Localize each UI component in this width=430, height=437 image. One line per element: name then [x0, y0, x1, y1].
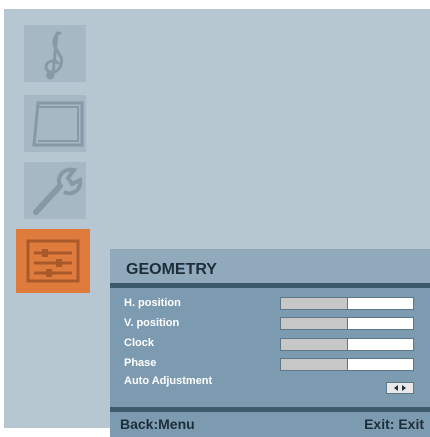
header-divider [110, 283, 430, 288]
setup-menu-button[interactable] [24, 162, 86, 219]
treble-clef-icon [44, 31, 64, 80]
wrench-icon [33, 167, 83, 215]
back-menu-hint[interactable]: Back:Menu [120, 416, 195, 432]
arrow-right-icon [402, 385, 406, 391]
panel-header: GEOMETRY [110, 249, 430, 283]
phase-slider[interactable] [280, 358, 414, 371]
picture-menu-button[interactable] [24, 95, 86, 152]
arrow-left-icon [394, 385, 398, 391]
v-position-slider-fill [281, 318, 349, 329]
panel-title: GEOMETRY [126, 261, 217, 278]
footer-divider [110, 407, 430, 412]
phase-label: Phase [124, 357, 157, 369]
v-position-slider[interactable] [280, 317, 414, 330]
geometry-menu-button[interactable] [16, 229, 90, 293]
h-position-slider-fill [281, 298, 349, 309]
v-position-label: V. position [124, 317, 180, 329]
monitor-icon [32, 101, 84, 147]
geometry-sliders-icon [26, 239, 80, 283]
phase-slider-fill [281, 359, 349, 370]
geometry-panel: GEOMETRY H. position V. position Clock P… [110, 249, 430, 437]
h-position-slider[interactable] [280, 297, 414, 310]
h-position-label: H. position [124, 297, 181, 309]
osd-screen: GEOMETRY H. position V. position Clock P… [4, 9, 430, 437]
auto-adjustment-button[interactable] [386, 382, 414, 394]
clock-slider-fill [281, 339, 349, 350]
clock-label: Clock [124, 337, 154, 349]
audio-menu-button[interactable] [24, 25, 86, 82]
exit-hint[interactable]: Exit: Exit [364, 416, 424, 432]
clock-slider[interactable] [280, 338, 414, 351]
auto-adjustment-label: Auto Adjustment [124, 375, 213, 387]
